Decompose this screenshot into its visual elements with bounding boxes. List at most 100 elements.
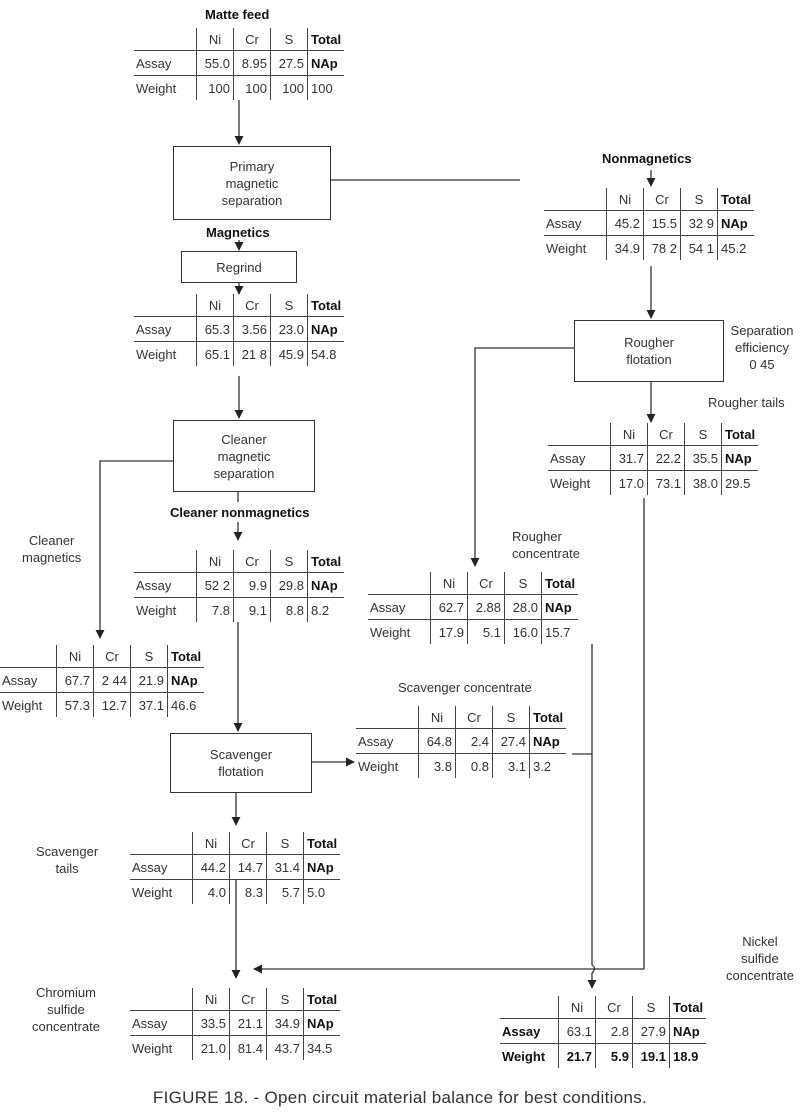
table-scavenger-tails: Ni Cr S Total Assay 44.2 14.7 31.4 NAp Weight 4.… (130, 832, 341, 904)
row-assay: Assay (356, 728, 419, 754)
separation-efficiency-value: 0 45 (749, 357, 775, 372)
label-text: Rougher (512, 529, 562, 544)
cell: 27.9 (632, 1018, 670, 1044)
cell: 21.7 (558, 1043, 596, 1068)
label-separation-efficiency: Separation efficiency 0 45 (727, 322, 797, 373)
col-cr: Cr (647, 423, 685, 446)
process-text: Cleaner (221, 431, 267, 447)
cell: NAp (541, 594, 579, 620)
col-cr: Cr (595, 996, 633, 1019)
cell: 63.1 (558, 1018, 596, 1044)
cell: 5.0 (303, 879, 341, 904)
cell: 8.95 (233, 50, 271, 76)
label-text: magnetics (22, 550, 82, 565)
cell: 45.9 (270, 341, 308, 366)
col-s: S (266, 832, 304, 855)
col-s: S (492, 706, 530, 729)
cell: 44.2 (192, 854, 230, 880)
cell: 23.0 (270, 316, 308, 342)
cell: NAp (307, 316, 345, 342)
col-cr: Cr (467, 572, 505, 595)
col-cr: Cr (233, 294, 271, 317)
col-ni: Ni (196, 294, 234, 317)
process-text: flotation (218, 764, 264, 779)
process-text: Primary (229, 158, 275, 174)
col-s: S (270, 550, 308, 573)
table-magnetics: Ni Cr S Total Assay 65.3 3.56 23.0 NAp Weight 65… (134, 294, 345, 366)
col-cr: Cr (229, 988, 267, 1011)
cell: 3.1 (492, 753, 530, 778)
cell: 12.7 (93, 692, 131, 717)
row-weight: Weight (356, 753, 419, 778)
col-cr: Cr (233, 28, 271, 51)
cell: 32 9 (680, 210, 718, 236)
label-rougher-tails: Rougher tails (708, 395, 785, 410)
cell: 57.3 (56, 692, 94, 717)
cell: 45.2 (606, 210, 644, 236)
cell: 78 2 (643, 235, 681, 260)
process-rougher-flotation: Rougher flotation (574, 320, 724, 382)
cell: 3.56 (233, 316, 271, 342)
col-total: Total (669, 996, 707, 1019)
table-rougher-concentrate: Ni Cr S Total Assay 62.7 2.88 28.0 NAp Weight 17… (368, 572, 579, 644)
cell: 65.1 (196, 341, 234, 366)
col-s: S (680, 188, 718, 211)
process-text: Rougher (624, 335, 674, 350)
label-text: Separation (730, 323, 794, 338)
label-rougher-concentrate: Rougher concentrate (512, 528, 580, 562)
col-total: Total (303, 832, 341, 855)
process-cleaner-magnetic-separation: Cleaner magnetic separation (173, 420, 315, 492)
table-cleaner-nonmagnetics: Ni Cr S Total Assay 52 2 9.9 29.8 NAp Weight 7.8… (134, 550, 345, 622)
cell: 3.8 (418, 753, 456, 778)
col-cr: Cr (233, 550, 271, 573)
label-scavenger-tails: Scavenger tails (36, 843, 98, 877)
row-weight: Weight (544, 235, 607, 260)
cell: 18.9 (669, 1043, 707, 1068)
col-total: Total (167, 645, 205, 668)
row-assay: Assay (134, 50, 197, 76)
col-total: Total (717, 188, 755, 211)
cell: 5.7 (266, 879, 304, 904)
row-assay: Assay (500, 1018, 559, 1044)
process-regrind: Regrind (181, 251, 297, 283)
cell: 2.4 (455, 728, 493, 754)
cell: 3.2 (529, 753, 567, 778)
cell: 4.0 (192, 879, 230, 904)
cell: NAp (303, 854, 341, 880)
cell: 16.0 (504, 619, 542, 644)
cell: 35.5 (684, 445, 722, 471)
table-rougher-tails: Ni Cr S Total Assay 31.7 22.2 35.5 NAp Weight 17… (548, 423, 759, 495)
cell: 29.5 (721, 470, 759, 495)
cell: 17.0 (610, 470, 648, 495)
row-weight: Weight (130, 879, 193, 904)
label-matte-feed: Matte feed (205, 7, 270, 22)
col-ni: Ni (418, 706, 456, 729)
cell: 21 8 (233, 341, 271, 366)
cell: 43.7 (266, 1035, 304, 1060)
cell: 15.7 (541, 619, 579, 644)
col-s: S (270, 28, 308, 51)
cell: 46.6 (167, 692, 205, 717)
row-assay: Assay (548, 445, 611, 471)
table-matte-feed: Ni Cr S Total Assay 55.0 8.95 27.5 NAp Weight 10… (134, 28, 345, 100)
col-total: Total (307, 28, 345, 51)
label-text: Cleaner (28, 533, 75, 548)
col-s: S (266, 988, 304, 1011)
process-text: magnetic (217, 448, 271, 464)
col-ni: Ni (606, 188, 644, 211)
col-total: Total (529, 706, 567, 729)
col-ni: Ni (56, 645, 94, 668)
cell: 5.9 (595, 1043, 633, 1068)
col-cr: Cr (455, 706, 493, 729)
process-text: Scavenger (209, 747, 273, 762)
cell: 100 (270, 75, 308, 100)
cell: 9.9 (233, 572, 271, 598)
cell: 5.1 (467, 619, 505, 644)
cell: NAp (721, 445, 759, 471)
cell: 34.9 (266, 1010, 304, 1036)
col-ni: Ni (610, 423, 648, 446)
col-ni: Ni (192, 832, 230, 855)
cell: 22.2 (647, 445, 685, 471)
label-text: Nickel (742, 934, 778, 949)
cell: 7.8 (196, 597, 234, 622)
